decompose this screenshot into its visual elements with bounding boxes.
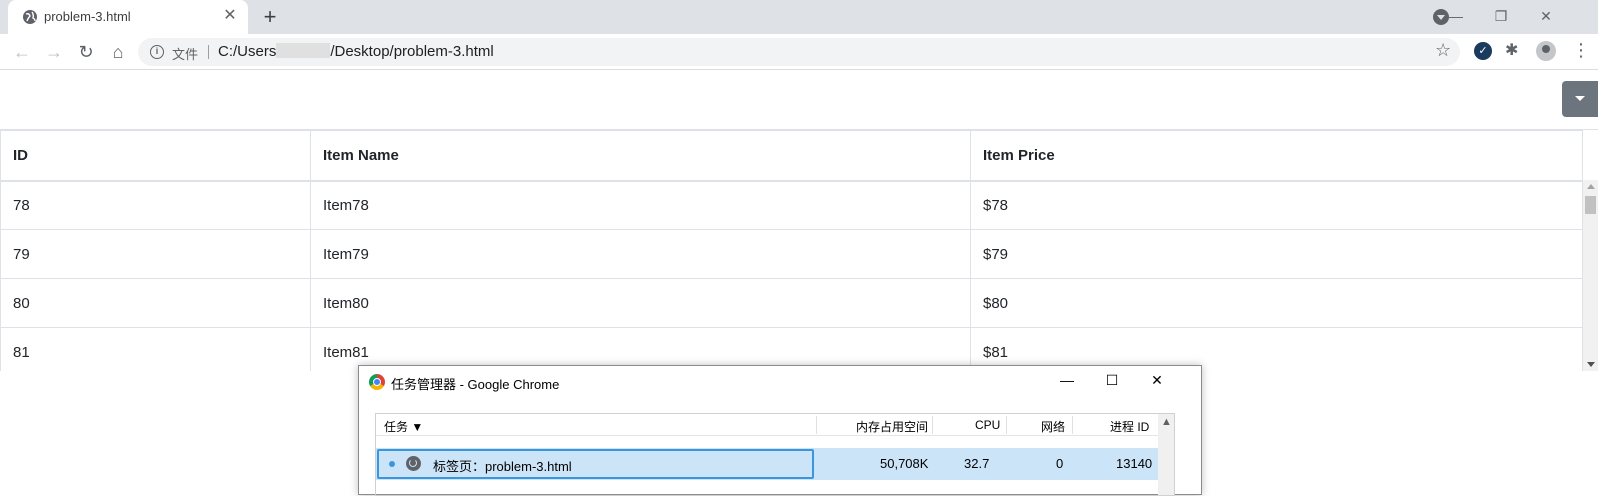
scroll-up-arrow-icon[interactable]: ▲ [1161,416,1172,428]
cell-item-name: Item79 [310,229,971,279]
back-button[interactable]: ← [10,40,34,64]
scroll-up-arrow-icon[interactable] [1587,184,1595,189]
tab-title: problem-3.html [44,9,131,24]
task-manager-close-button[interactable]: ✕ [1139,368,1175,392]
site-info-label[interactable]: 文件 [172,44,198,63]
url-text[interactable]: C:/Users/Desktop/problem-3.html [218,43,494,60]
scrollbar-thumb[interactable] [1585,196,1596,214]
cell-item-price: $78 [970,180,1583,230]
list-item-selected[interactable]: 标签页：problem-3.html 50,708K 32.7 0 13140 [376,448,1158,480]
table-scrollbar[interactable] [1583,180,1598,371]
task-manager-title: 任务管理器 - Google Chrome [391,377,560,392]
extensions-puzzle-icon[interactable]: ✱ [1505,40,1518,60]
cell-id: 79 [0,229,311,279]
task-manager-maximize-button[interactable]: ☐ [1094,368,1130,392]
table-row: 78 Item78 $78 [0,180,1583,230]
column-memory[interactable]: 内存占用空间 [856,418,928,435]
extension-check-icon[interactable]: ✓ [1474,42,1492,60]
column-divider [932,416,933,434]
cell-item-price: $80 [970,278,1583,328]
dropdown-toggle-button[interactable] [1562,81,1598,117]
cell-id: 81 [0,327,311,371]
column-process-id[interactable]: 进程 ID [1110,418,1149,435]
cell-item-price: $79 [970,229,1583,279]
task-manager-minimize-button[interactable]: — [1049,368,1085,392]
tab-strip: problem-3.html ✕ + — ❐ ✕ [0,0,1598,34]
cell-item-name: Item78 [310,180,971,230]
info-icon[interactable]: i [150,45,164,59]
redacted-username [276,43,331,58]
globe-icon [406,456,421,471]
restore-button[interactable]: ❐ [1487,4,1515,28]
table-row: 80 Item80 $80 [0,278,1583,328]
task-cpu: 32.7 [964,456,990,471]
table-header-row: ID Item Name Item Price [0,130,1583,182]
column-cpu[interactable]: CPU [975,418,1000,432]
scroll-down-arrow-icon[interactable] [1587,362,1595,367]
address-bar[interactable]: i 文件 C:/Users/Desktop/problem-3.html ☆ [138,38,1460,66]
column-divider [1072,416,1073,434]
task-memory: 50,708K [880,456,929,471]
reload-button[interactable]: ↻ [74,40,98,64]
browser-tab[interactable]: problem-3.html ✕ [8,0,248,34]
tab-close-icon[interactable]: ✕ [222,8,238,24]
column-divider [1006,416,1007,434]
omnibox-divider [208,45,209,59]
selection-dot-icon [389,461,395,467]
table-row: 79 Item79 $79 [0,229,1583,279]
globe-icon [23,10,37,24]
home-button[interactable]: ⌂ [106,40,130,64]
browser-toolbar: ← → ↻ ⌂ i 文件 C:/Users/Desktop/problem-3.… [0,34,1598,70]
task-list-scrollbar[interactable]: ▲ [1158,414,1174,495]
task-list-header: 任务 ▼ 内存占用空间 CPU 网络 进程 ID [376,414,1158,436]
header-item-price: Item Price [970,130,1583,182]
profile-avatar[interactable] [1536,41,1556,61]
minimize-button[interactable]: — [1442,4,1470,28]
task-manager-window: 任务管理器 - Google Chrome — ☐ ✕ 任务 ▼ 内存占用空间 … [358,365,1202,496]
header-item-name: Item Name [310,130,971,182]
cell-id: 80 [0,278,311,328]
task-network: 0 [1056,456,1064,471]
task-list: 任务 ▼ 内存占用空间 CPU 网络 进程 ID 标签页：problem-3.h… [375,413,1175,496]
task-name: 标签页：problem-3.html [433,459,572,474]
window-close-button[interactable]: ✕ [1532,4,1560,28]
cell-item-name: Item80 [310,278,971,328]
task-pid: 13140 [1116,456,1153,471]
new-tab-button[interactable]: + [258,6,282,30]
cell-id: 78 [0,180,311,230]
browser-menu-icon[interactable]: ⋮ [1572,38,1590,62]
column-network[interactable]: 网络 [1041,418,1065,435]
items-table: ID Item Name Item Price 78 Item78 $78 79… [0,130,1583,371]
bookmark-star-icon[interactable]: ☆ [1435,40,1451,61]
list-item[interactable] [376,437,1158,447]
column-task[interactable]: 任务 ▼ [384,418,423,435]
forward-button[interactable]: → [42,40,66,64]
items-table-container: ID Item Name Item Price 78 Item78 $78 79… [0,129,1598,371]
header-id: ID [0,130,311,182]
column-divider [816,416,817,434]
chrome-logo-icon [369,374,385,390]
